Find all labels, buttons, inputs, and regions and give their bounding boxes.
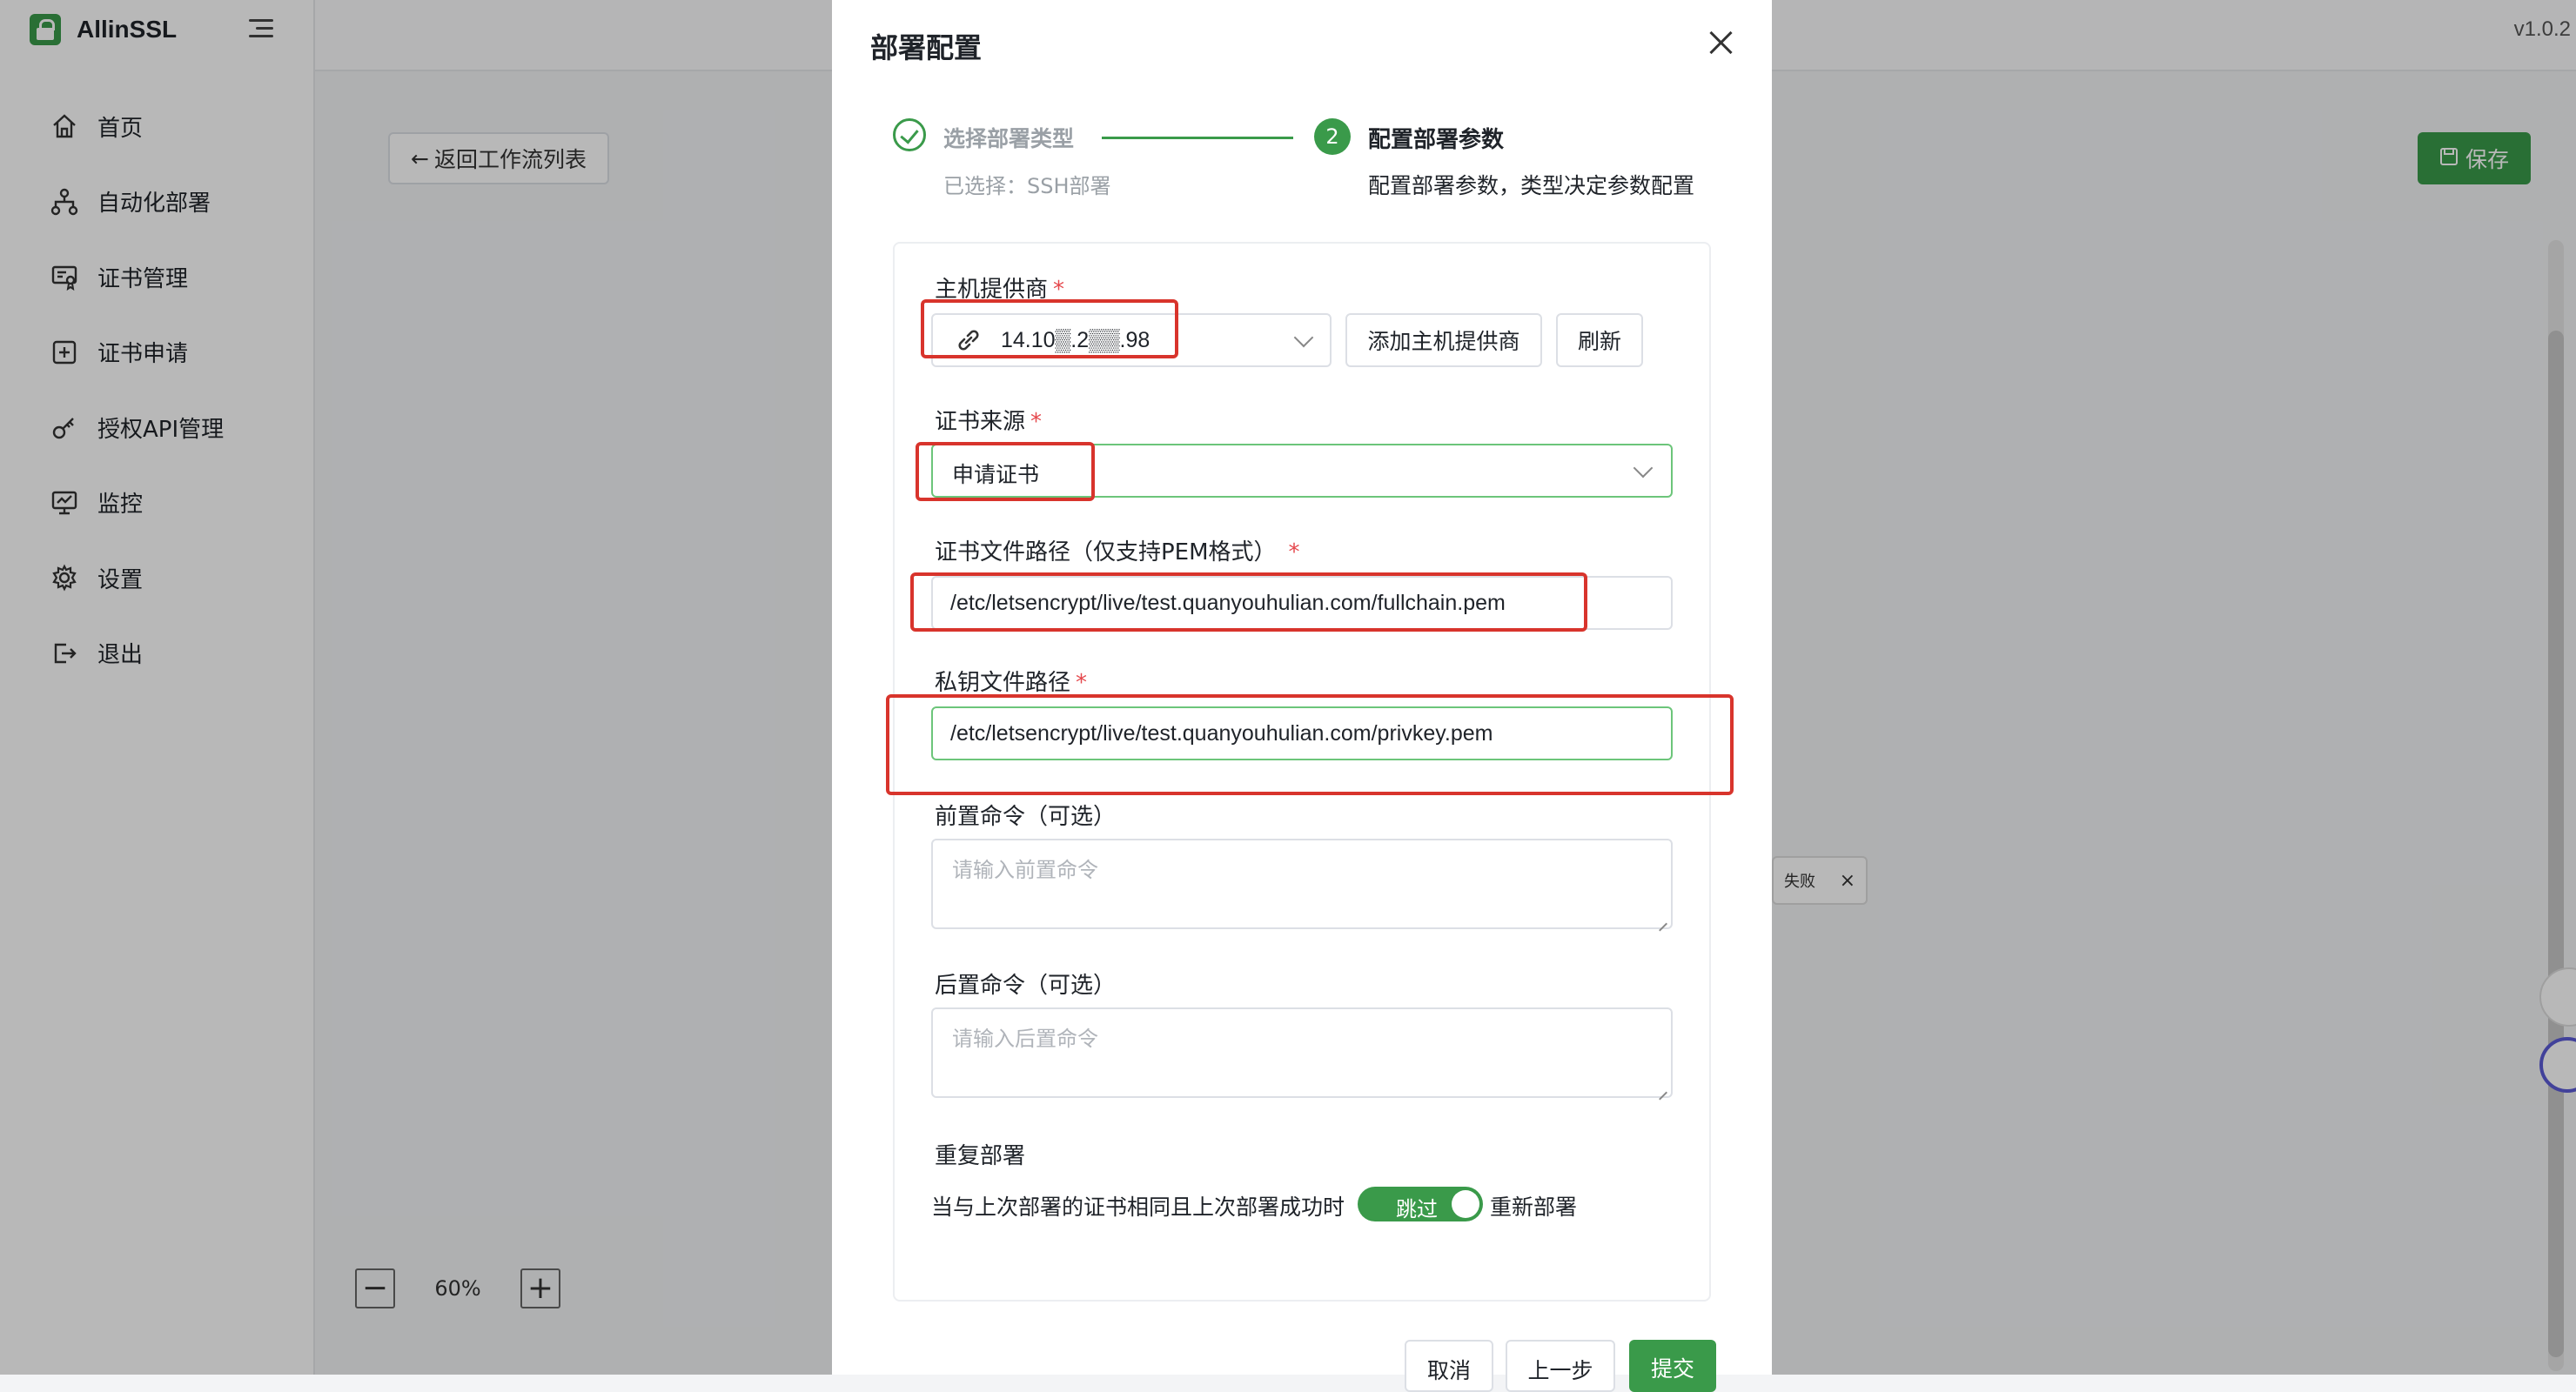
highlight-box (910, 572, 1587, 632)
label-text: 证书来源 (935, 409, 1026, 435)
toggle-label: 跳过 (1396, 1197, 1438, 1221)
add-host-provider-button[interactable]: 添加主机提供商 (1345, 313, 1542, 367)
stepper: 选择部署类型 已选择：SSH部署 2 配置部署参数 配置部署参数，类型决定参数配… (893, 118, 1728, 205)
pre-command-label: 前置命令（可选） (935, 804, 1117, 830)
refresh-button[interactable]: 刷新 (1556, 313, 1643, 367)
repeat-condition-text: 当与上次部署的证书相同且上次部署成功时 (931, 1195, 1345, 1220)
label-text: 证书文件路径（仅支持PEM格式） (935, 539, 1277, 566)
cancel-button[interactable]: 取消 (1405, 1340, 1493, 1392)
modal-title: 部署配置 (870, 31, 983, 64)
highlight-box (886, 694, 1734, 795)
placeholder-text: 请输入后置命令 (952, 1027, 1098, 1051)
check-icon (893, 118, 926, 151)
step2-desc: 配置部署参数，类型决定参数配置 (1368, 173, 1695, 198)
step1-desc: 已选择：SSH部署 (943, 174, 1111, 198)
cert-source-label: 证书来源 * (935, 404, 1042, 436)
chevron-down-icon (1293, 327, 1314, 348)
pre-command-textarea[interactable]: 请输入前置命令 (931, 839, 1673, 929)
cert-path-label: 证书文件路径（仅支持PEM格式） * (935, 534, 1300, 566)
highlight-box (916, 442, 1095, 501)
submit-button[interactable]: 提交 (1629, 1340, 1716, 1392)
key-path-label: 私钥文件路径 * (935, 665, 1087, 697)
highlight-box (921, 299, 1178, 358)
chevron-down-icon (1633, 458, 1654, 478)
redeploy-text: 重新部署 (1490, 1195, 1578, 1220)
step2-title: 配置部署参数 (1368, 127, 1505, 153)
required-mark: * (1288, 539, 1300, 566)
skip-toggle[interactable]: 跳过 (1358, 1187, 1483, 1221)
step-connector (1102, 137, 1293, 139)
post-command-textarea[interactable]: 请输入后置命令 (931, 1007, 1673, 1098)
placeholder-text: 请输入前置命令 (952, 858, 1098, 882)
prev-step-button[interactable]: 上一步 (1506, 1340, 1615, 1392)
resize-handle-icon[interactable] (1657, 1082, 1667, 1093)
step2-number: 2 (1314, 118, 1351, 155)
post-command-label: 后置命令（可选） (935, 973, 1117, 999)
close-icon[interactable] (1707, 30, 1734, 56)
step1-title[interactable]: 选择部署类型 (943, 122, 1074, 153)
required-mark: * (1076, 670, 1088, 696)
repeat-deploy-label: 重复部署 (935, 1143, 1026, 1169)
required-mark: * (1030, 409, 1043, 435)
toggle-knob (1452, 1190, 1479, 1218)
label-text: 私钥文件路径 (935, 670, 1071, 696)
resize-handle-icon[interactable] (1657, 914, 1667, 924)
